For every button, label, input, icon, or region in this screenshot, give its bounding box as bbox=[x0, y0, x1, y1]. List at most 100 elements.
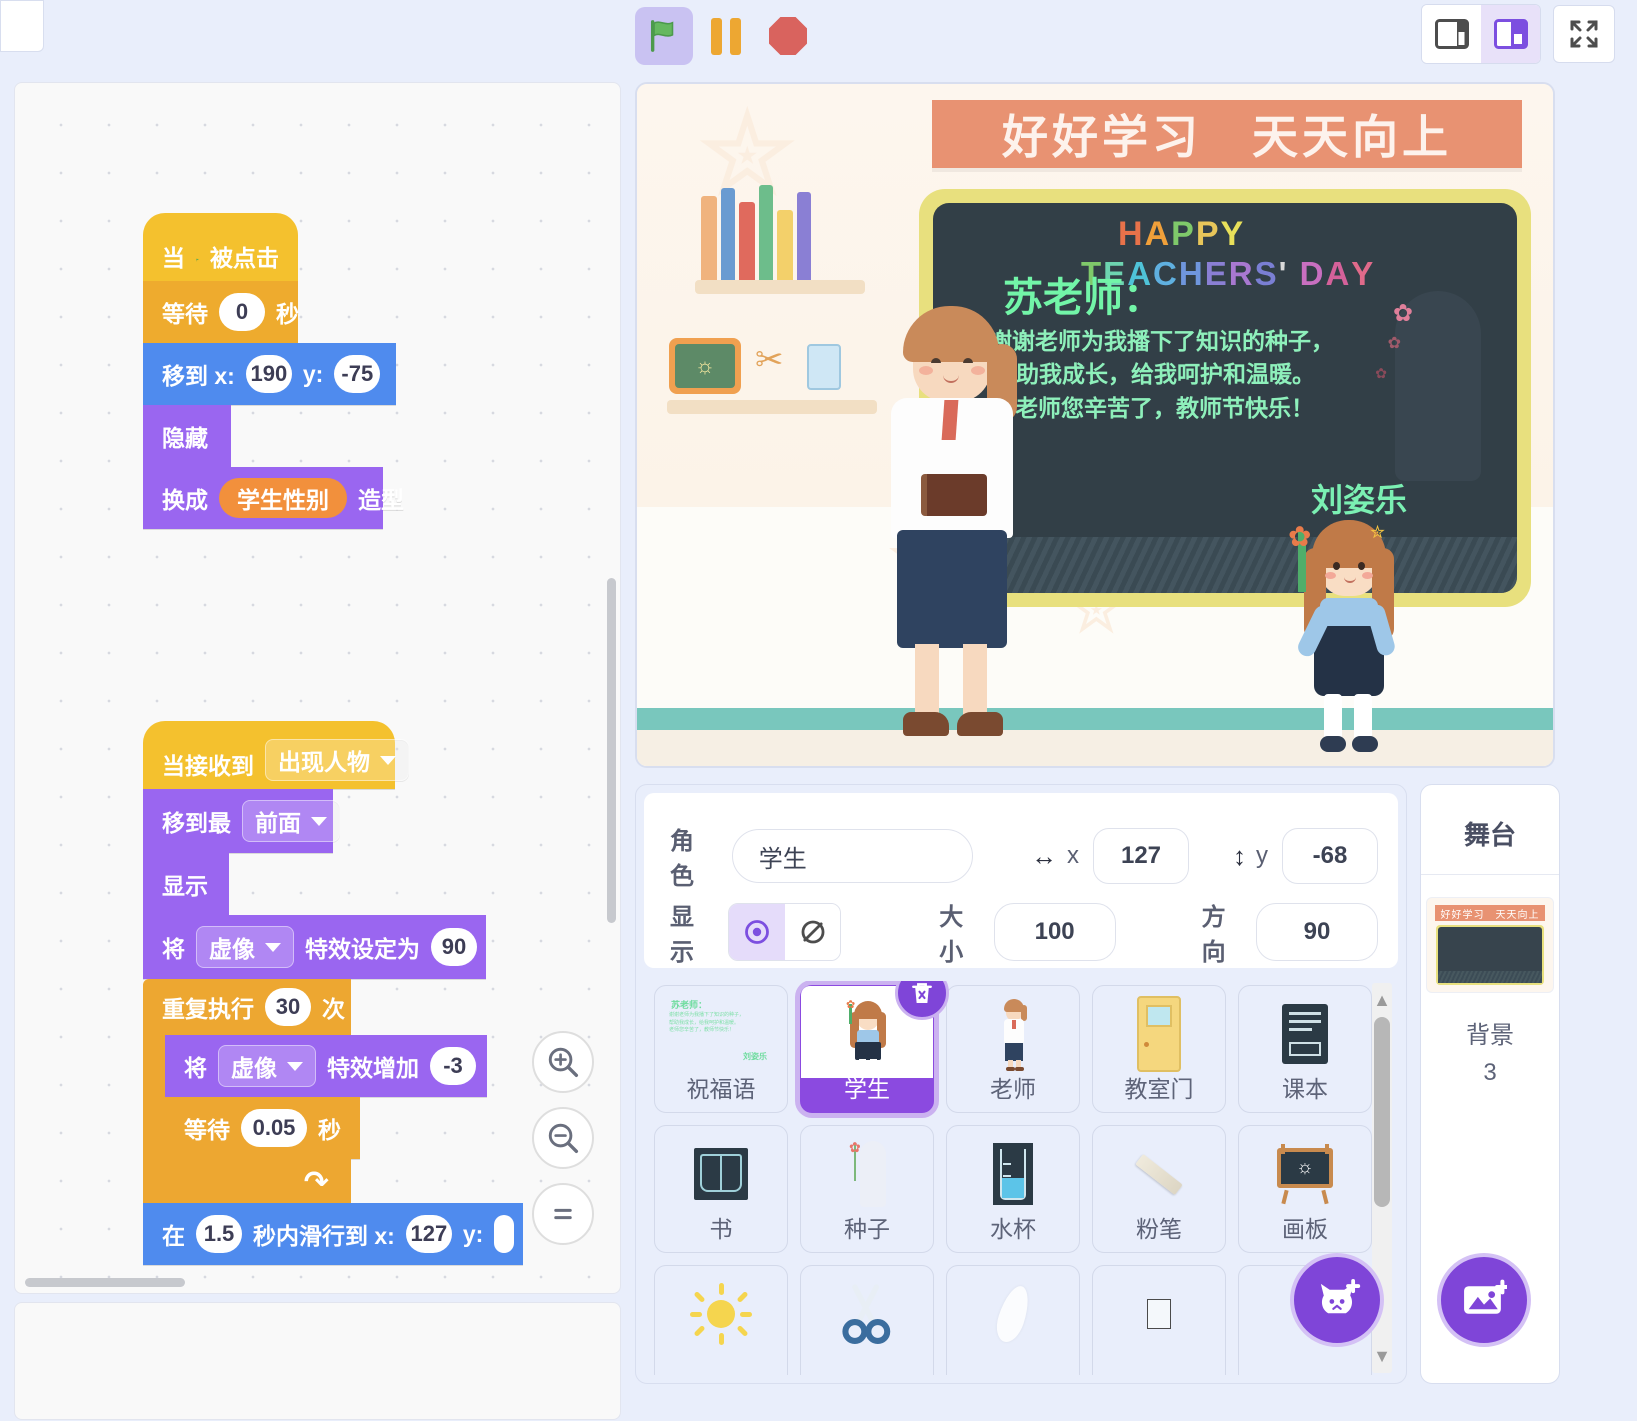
backdrop-thumbnail[interactable]: 好好学习 天天向上 bbox=[1426, 897, 1554, 993]
block-label: 秒 bbox=[318, 1117, 341, 1143]
block-goto-xy[interactable]: 移到 x: 190 y: -75 bbox=[143, 343, 396, 405]
glide-seconds-input[interactable]: 1.5 bbox=[196, 1215, 242, 1253]
sprite-y-input[interactable]: -68 bbox=[1282, 828, 1378, 884]
wait-value-input[interactable]: 0 bbox=[219, 293, 265, 331]
block-set-effect[interactable]: 将 虚像 特效设定为 90 bbox=[143, 915, 486, 979]
wait-value-input[interactable]: 0.05 bbox=[241, 1109, 307, 1147]
script-stack-2[interactable]: 当接收到 出现人物 移到最 前面 显示 将 虚像 特效设定为 90 重复执行 3… bbox=[143, 721, 523, 1265]
sprite-name-input[interactable]: 学生 bbox=[731, 829, 973, 883]
block-wait-inner[interactable]: 等待 0.05 秒 bbox=[165, 1097, 360, 1159]
zoom-in-button[interactable] bbox=[532, 1031, 594, 1093]
sprite-name-label: 角色 bbox=[670, 828, 694, 890]
message-line-1: 谢谢老师为我播下了知识的种子， bbox=[989, 328, 1334, 354]
zoom-out-button[interactable] bbox=[532, 1107, 594, 1169]
costume-variable[interactable]: 学生性别 bbox=[219, 478, 347, 518]
scroll-down-arrow-icon[interactable]: ▼ bbox=[1372, 1341, 1392, 1371]
sprite-list[interactable]: 苏老师： 谢谢老师为我播下了知识的种子， 帮助我成长，给我呵护和温暖。 老师您辛苦了… bbox=[644, 981, 1398, 1375]
block-label: 移到最 bbox=[162, 810, 231, 836]
sprite-item-cup[interactable]: 水杯 bbox=[946, 1125, 1080, 1253]
zoom-in-icon bbox=[548, 1047, 579, 1078]
message-line-2: 帮助我成长，给我呵护和温暖。 bbox=[993, 361, 1315, 388]
script-stack-1[interactable]: 当 被点击 等待 0 秒 移到 x: 190 y: -75 隐藏 换成 学生性别… bbox=[143, 213, 404, 529]
stage-display[interactable]: ✮ ✮ ✮ 好好学习 天天向上 ☼ ✂ HAPPY TEACHERS' DAY … bbox=[635, 82, 1555, 768]
sprite-item-book[interactable]: 书 bbox=[654, 1125, 788, 1253]
image-plus-icon bbox=[1464, 1279, 1507, 1314]
block-label: 次 bbox=[322, 996, 345, 1022]
code-workspace[interactable]: 当 被点击 等待 0 秒 移到 x: 190 y: -75 隐藏 换成 学生性别… bbox=[14, 82, 621, 1294]
workspace-vertical-scrollbar[interactable] bbox=[607, 578, 616, 923]
trash-icon bbox=[912, 983, 932, 1003]
goto-y-input[interactable]: -75 bbox=[334, 355, 381, 393]
repeat-header[interactable]: 重复执行 30 次 bbox=[143, 979, 351, 1035]
sprite-x-input[interactable]: 127 bbox=[1093, 828, 1189, 884]
sprite-item-feather[interactable] bbox=[946, 1265, 1080, 1375]
block-when-i-receive[interactable]: 当接收到 出现人物 bbox=[143, 721, 409, 789]
goto-x-input[interactable]: 190 bbox=[245, 355, 292, 393]
sprite-item-drawing-board[interactable]: ☼ 画板 bbox=[1238, 1125, 1372, 1253]
block-switch-costume[interactable]: 换成 学生性别 造型 bbox=[143, 467, 404, 529]
sprite-item-square[interactable] bbox=[1092, 1265, 1226, 1375]
backdrop-caption-label: 背景 bbox=[1466, 1022, 1514, 1049]
sprite-item-student[interactable]: ✿ 学生 bbox=[800, 981, 949, 1113]
green-flag-button[interactable] bbox=[635, 7, 693, 65]
block-hide[interactable]: 隐藏 bbox=[143, 405, 231, 467]
chevron-down-icon bbox=[311, 816, 327, 826]
add-sprite-button[interactable] bbox=[1290, 1253, 1384, 1347]
backdrop-caption: 背景 3 bbox=[1421, 1017, 1559, 1091]
block-go-to-front[interactable]: 移到最 前面 bbox=[143, 789, 340, 853]
sprite-item-chalk[interactable]: 粉笔 bbox=[1092, 1125, 1226, 1253]
effect-value-input[interactable]: 90 bbox=[431, 928, 477, 966]
glide-y-input[interactable] bbox=[494, 1215, 515, 1253]
visibility-toggle-group bbox=[728, 903, 842, 961]
repeat-count-input[interactable]: 30 bbox=[265, 988, 311, 1026]
stop-button[interactable] bbox=[759, 7, 817, 65]
zoom-reset-button[interactable] bbox=[532, 1183, 594, 1245]
playback-controls bbox=[635, 7, 817, 65]
greeting-card-icon: 苏老师： 谢谢老师为我播下了知识的种子， 帮助我成长，给我呵护和温暖。 老师您辛苦了… bbox=[669, 1000, 767, 1061]
large-stage-button[interactable] bbox=[1481, 5, 1540, 63]
sprite-item-scissors[interactable] bbox=[800, 1265, 934, 1375]
sprite-item-door[interactable]: 教室门 bbox=[1092, 985, 1226, 1113]
hide-sprite-button[interactable] bbox=[784, 904, 841, 960]
sprite-size-input[interactable]: 100 bbox=[993, 903, 1116, 961]
visibility-label: 显示 bbox=[670, 904, 694, 966]
sprite-item-teacher[interactable]: 老师 bbox=[946, 985, 1080, 1113]
layer-dropdown[interactable]: 前面 bbox=[242, 800, 340, 842]
block-label: 显示 bbox=[162, 873, 208, 899]
add-backdrop-button[interactable] bbox=[1437, 1253, 1531, 1347]
chevron-down-icon bbox=[265, 942, 281, 952]
stage-banner: 好好学习 天天向上 bbox=[932, 100, 1522, 168]
block-label: 秒内滑行到 x: bbox=[253, 1223, 395, 1249]
block-label: 等待 bbox=[162, 301, 208, 327]
scrollbar-thumb[interactable] bbox=[1374, 1017, 1390, 1207]
sprite-direction-input[interactable]: 90 bbox=[1255, 903, 1378, 961]
student-sprite[interactable]: ✮ ✿ bbox=[1288, 514, 1402, 766]
sprite-item-textbook[interactable]: 课本 bbox=[1238, 985, 1372, 1113]
scroll-up-arrow-icon[interactable]: ▲ bbox=[1372, 985, 1392, 1015]
small-stage-icon bbox=[1434, 19, 1469, 49]
repeat-footer[interactable]: ↷ bbox=[143, 1159, 351, 1203]
teacher-sprite[interactable] bbox=[859, 306, 1039, 736]
effect-dropdown[interactable]: 虚像 bbox=[218, 1045, 316, 1087]
block-change-effect[interactable]: 将 虚像 特效增加 -3 bbox=[165, 1035, 487, 1097]
sprite-item-seed[interactable]: ✿ 种子 bbox=[800, 1125, 934, 1253]
workspace-horizontal-scrollbar[interactable] bbox=[25, 1278, 185, 1287]
effect-dropdown[interactable]: 虚像 bbox=[196, 926, 294, 968]
small-stage-button[interactable] bbox=[1422, 5, 1481, 63]
block-wait-seconds[interactable]: 等待 0 秒 bbox=[143, 281, 299, 343]
menu-button[interactable] bbox=[0, 0, 44, 52]
block-repeat[interactable]: 重复执行 30 次 将 虚像 特效增加 -3 等待 0.05 秒 ↷ bbox=[143, 979, 523, 1203]
sprite-item-greeting[interactable]: 苏老师： 谢谢老师为我播下了知识的种子， 帮助我成长，给我呵护和温暖。 老师您辛苦了… bbox=[654, 985, 788, 1113]
block-show[interactable]: 显示 bbox=[143, 853, 229, 915]
dropdown-value: 出现人物 bbox=[278, 749, 370, 775]
pause-button[interactable] bbox=[697, 7, 755, 65]
show-sprite-button[interactable] bbox=[729, 904, 785, 960]
sprite-item-sun[interactable] bbox=[654, 1265, 788, 1375]
glide-x-input[interactable]: 127 bbox=[405, 1215, 452, 1253]
message-dropdown[interactable]: 出现人物 bbox=[265, 739, 409, 781]
block-glide-to-xy[interactable]: 在 1.5 秒内滑行到 x: 127 y: bbox=[143, 1203, 523, 1265]
block-when-flag-clicked[interactable]: 当 被点击 bbox=[143, 213, 298, 281]
effect-delta-input[interactable]: -3 bbox=[430, 1047, 476, 1085]
fullscreen-button[interactable] bbox=[1553, 5, 1615, 63]
direction-label: 方向 bbox=[1201, 904, 1226, 966]
